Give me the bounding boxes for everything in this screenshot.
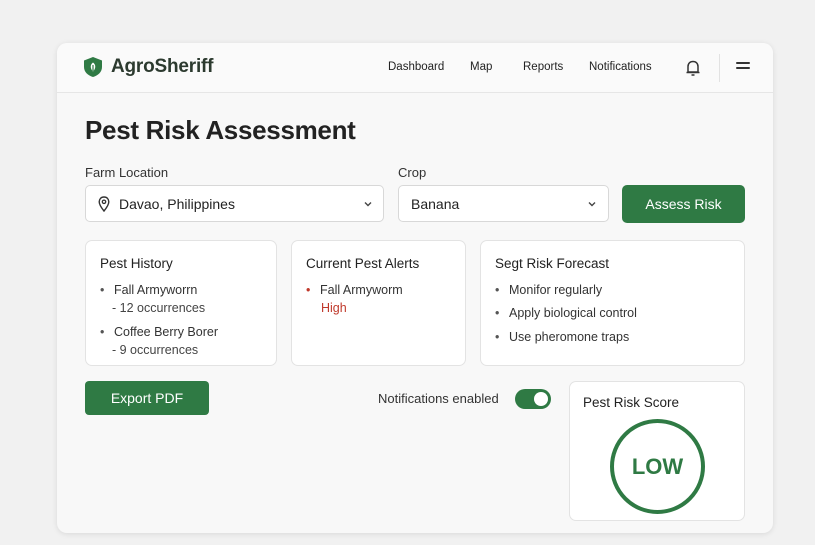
pest-occurrences: - 12 occurrences (112, 301, 206, 315)
risk-score-ring: LOW (610, 419, 705, 514)
nav-notifications[interactable]: Notifications (589, 61, 652, 73)
notifications-label: Notifications enabled (378, 391, 499, 406)
assess-risk-button[interactable]: Assess Risk (622, 185, 745, 223)
list-item: • Use pheromone traps (495, 330, 630, 344)
toggle-knob (534, 392, 548, 406)
current-alerts-title: Current Pest Alerts (306, 256, 420, 271)
nav-map[interactable]: Map (470, 61, 492, 73)
list-item: • Apply biological control (495, 306, 637, 320)
list-item: • Monifor regularly (495, 283, 603, 297)
farm-location-select[interactable]: Davao, Philippines (85, 185, 384, 222)
crop-label: Crop (398, 165, 427, 180)
notifications-toggle[interactable] (515, 389, 551, 409)
current-pest-alerts-panel: Current Pest Alerts • Fall Armyworm High (291, 240, 466, 366)
crop-select[interactable]: Banana (398, 185, 609, 222)
export-pdf-button[interactable]: Export PDF (85, 381, 209, 415)
alert-item: • Fall Armyworm High (306, 283, 403, 315)
brand-name: AgroSheriff (111, 56, 214, 77)
pest-name: Coffee Berry Borer (114, 325, 218, 339)
forecast-text: Apply biological control (509, 306, 637, 320)
top-navigation-bar: AgroSheriff Dashboard Map Reports Notifi… (57, 43, 773, 93)
map-pin-icon (98, 196, 110, 212)
main-card: AgroSheriff Dashboard Map Reports Notifi… (57, 43, 773, 533)
pest-occurrences: - 9 occurrences (112, 343, 199, 357)
pest-risk-score-panel: Pest Risk Score LOW (569, 381, 745, 521)
list-item: • Fall Armyworrn - 12 occurrences (100, 283, 206, 315)
risk-forecast-title: Segt Risk Forecast (495, 256, 610, 271)
risk-score-value: LOW (631, 453, 684, 479)
crop-value: Banana (411, 196, 460, 212)
nav-reports[interactable]: Reports (523, 61, 563, 73)
forecast-text: Use pheromone traps (509, 330, 630, 344)
nav-dashboard[interactable]: Dashboard (388, 61, 444, 73)
alert-pest-name: Fall Armyworm (320, 283, 403, 297)
pest-name: Fall Armyworrn (114, 283, 198, 297)
header-divider (719, 54, 720, 82)
farm-location-value: Davao, Philippines (119, 196, 235, 212)
bell-icon[interactable] (684, 58, 702, 78)
risk-forecast-panel: Segt Risk Forecast • Monifor regularly • A… (480, 240, 745, 366)
pest-risk-score-title: Pest Risk Score (583, 395, 680, 410)
pest-history-panel: Pest History • Fall Armyworrn - 12 occurr… (85, 240, 277, 366)
hamburger-menu-icon[interactable] (736, 62, 750, 74)
chevron-down-icon (588, 202, 596, 207)
page-title: Pest Risk Assessment (85, 115, 356, 145)
chevron-down-icon (364, 202, 372, 207)
alert-level-badge: High (321, 301, 347, 315)
forecast-text: Monifor regularly (509, 283, 603, 297)
brand[interactable]: AgroSheriff (83, 56, 214, 78)
shield-leaf-icon (84, 57, 102, 77)
farm-location-label: Farm Location (85, 165, 169, 180)
list-item: • Coffee Berry Borer - 9 occurrences (100, 325, 218, 357)
pest-history-title: Pest History (100, 256, 173, 271)
